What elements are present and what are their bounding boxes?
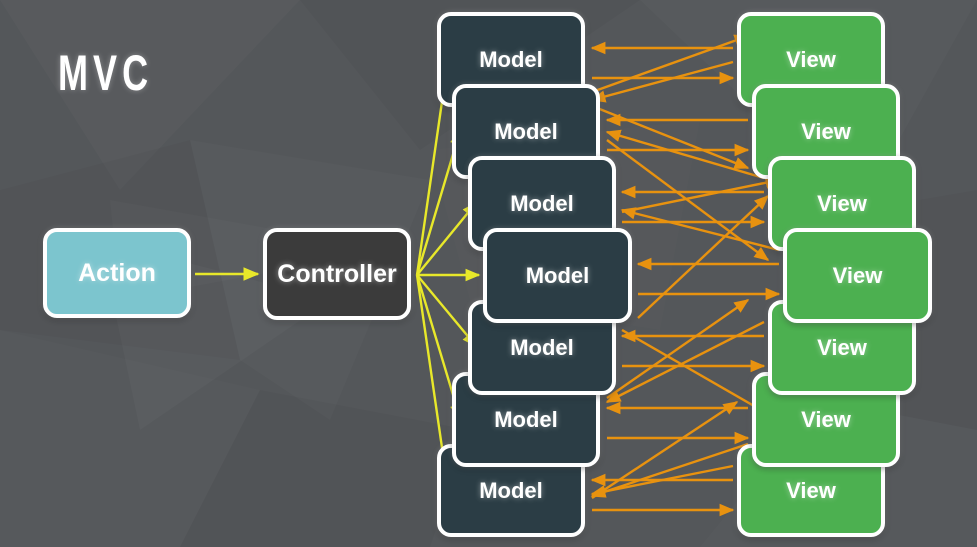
node-view-4[interactable]: View: [783, 228, 932, 323]
model-view-diagonal-arrow-9: [605, 320, 765, 404]
node-view-5-label: View: [817, 334, 867, 360]
node-model-2-label: Model: [494, 118, 558, 144]
model-view-diagonal-arrow-13: [590, 464, 734, 498]
node-action-label: Action: [78, 258, 156, 287]
node-model-7-label: Model: [479, 477, 543, 503]
node-view-2-label: View: [801, 118, 851, 144]
page-title: MVC: [58, 45, 154, 101]
model-view-diagonal-arrow-4: [605, 129, 765, 180]
node-view-3-label: View: [817, 190, 867, 216]
model-view-diagonal-arrow-7: [637, 195, 770, 319]
node-controller-label: Controller: [277, 259, 397, 288]
model-view-diagonal-arrow-1: [590, 60, 734, 103]
model-view-diagonal-arrow-6: [620, 207, 780, 252]
model-view-diagonal-arrow-5: [621, 176, 781, 214]
mvc-diagram-canvas: MVC Action Controller Model Model Model Mod…: [0, 0, 977, 547]
model-view-diagonal-arrow-8: [621, 328, 770, 416]
node-view-6-label: View: [801, 406, 851, 432]
node-view-1-label: View: [786, 46, 836, 72]
model-view-diagonal-arrow-11: [591, 400, 739, 500]
model-view-diagonal-arrow-14: [591, 104, 750, 170]
node-action[interactable]: Action: [43, 228, 191, 318]
node-model-6-label: Model: [494, 406, 558, 432]
node-model-4[interactable]: Model: [483, 228, 632, 323]
node-model-1-label: Model: [479, 46, 543, 72]
node-model-3-label: Model: [510, 190, 574, 216]
node-view-4-label: View: [832, 262, 883, 288]
model-view-diagonal-arrow-2: [591, 34, 750, 94]
node-view-7-label: View: [786, 477, 836, 503]
node-model-4-label: Model: [525, 262, 590, 288]
node-model-5-label: Model: [510, 334, 574, 360]
node-controller[interactable]: Controller: [263, 228, 411, 320]
model-view-diagonal-arrow-12: [590, 442, 749, 498]
